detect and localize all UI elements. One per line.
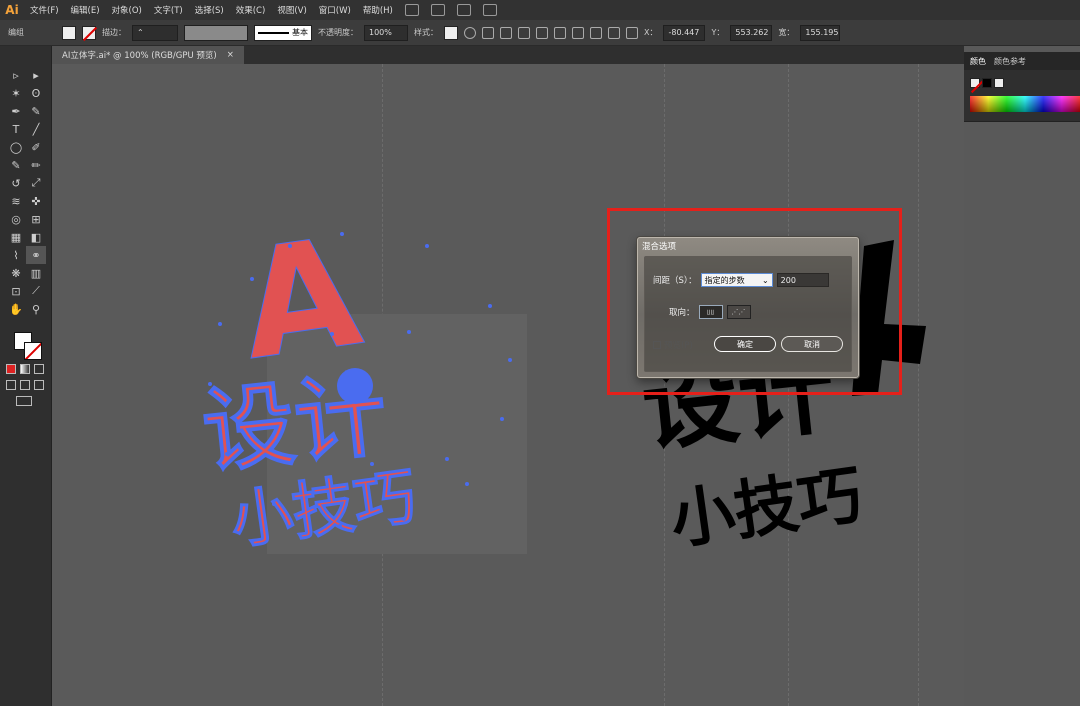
draw-normal-icon[interactable] <box>6 380 16 390</box>
transform-icon[interactable] <box>626 26 638 39</box>
eraser-tool-icon[interactable]: ✏ <box>26 156 46 174</box>
menu-type[interactable]: 文字(T) <box>148 4 189 16</box>
brush-definition[interactable]: 基本 <box>254 24 312 41</box>
menu-effect[interactable]: 效果(C) <box>230 4 272 16</box>
app-logo: Ai <box>5 3 19 17</box>
type-tool-icon[interactable]: T <box>6 120 26 138</box>
column-graph-tool-icon[interactable]: ▥ <box>26 264 46 282</box>
tab-color-guide[interactable]: 颜色参考 <box>994 56 1026 67</box>
scale-tool-icon[interactable]: ⤢ <box>26 174 46 192</box>
align-bottom-icon[interactable] <box>572 26 584 39</box>
menu-edit[interactable]: 编辑(E) <box>65 4 106 16</box>
menu-object[interactable]: 对象(O) <box>106 4 148 16</box>
stroke-icon[interactable] <box>24 342 42 360</box>
fill-stroke-control[interactable] <box>14 332 44 362</box>
gradient-mode-icon[interactable] <box>20 364 30 374</box>
lasso-tool-icon[interactable]: ʘ <box>26 84 46 102</box>
symbol-sprayer-tool-icon[interactable]: ❋ <box>6 264 26 282</box>
color-spectrum[interactable] <box>970 96 1080 112</box>
align-left-icon[interactable] <box>482 26 494 39</box>
shaper-tool-icon[interactable]: ✎ <box>6 156 26 174</box>
stroke-weight-field[interactable]: ⌃ <box>132 24 178 41</box>
blend-center-marker <box>337 368 373 404</box>
variable-width-field[interactable] <box>184 24 248 41</box>
ellipse-tool-icon[interactable]: ◯ <box>6 138 26 156</box>
draw-inside-icon[interactable] <box>34 380 44 390</box>
w-label: 宽： <box>778 28 795 37</box>
menu-view[interactable]: 视图(V) <box>271 4 312 16</box>
menu-file[interactable]: 文件(F) <box>24 4 65 16</box>
align-center-icon[interactable] <box>500 26 512 39</box>
menu-help[interactable]: 帮助(H) <box>357 4 399 16</box>
distribute-icon[interactable] <box>590 26 602 39</box>
control-bar: 编组 描边： ⌃ 基本 不透明度： 100% 样式： X： -80.447 Y：… <box>0 20 1080 46</box>
direct-selection-tool-icon[interactable]: ▸ <box>26 66 46 84</box>
w-field[interactable]: 155.195 <box>800 24 841 41</box>
shape-builder-tool-icon[interactable]: ◎ <box>6 210 26 228</box>
panel-none-swatch[interactable] <box>970 78 980 88</box>
close-icon[interactable]: × <box>227 50 234 60</box>
gradient-tool-icon[interactable]: ◧ <box>26 228 46 246</box>
color-mode-icon[interactable] <box>6 364 16 374</box>
opacity-field[interactable]: 100% <box>364 24 408 41</box>
style-swatch[interactable] <box>444 25 458 40</box>
none-mode-icon[interactable] <box>34 364 44 374</box>
curvature-tool-icon[interactable]: ✎ <box>26 102 46 120</box>
menu-bar: Ai 文件(F) 编辑(E) 对象(O) 文字(T) 选择(S) 效果(C) 视… <box>0 0 1080 20</box>
style-label: 样式： <box>414 28 438 37</box>
selection-type-label: 编组 <box>8 28 24 37</box>
slice-tool-icon[interactable]: ⟋ <box>26 282 46 300</box>
brush-line-icon <box>258 31 289 34</box>
mesh-tool-icon[interactable]: ▦ <box>6 228 26 246</box>
tab-color[interactable]: 颜色 <box>970 56 986 67</box>
eyedropper-tool-icon[interactable]: ⌇ <box>6 246 26 264</box>
arrange-icon[interactable] <box>456 4 471 16</box>
align-middle-icon[interactable] <box>554 26 566 39</box>
recolor-icon[interactable] <box>464 26 476 39</box>
warp-tool-icon[interactable]: ≋ <box>6 192 26 210</box>
screen-mode-icon[interactable] <box>16 396 32 406</box>
bridge-icon[interactable] <box>404 4 419 16</box>
panel-white-swatch[interactable] <box>994 78 1004 88</box>
stroke-label: 描边： <box>102 28 126 37</box>
stroke-swatch[interactable] <box>82 25 96 40</box>
draw-behind-icon[interactable] <box>20 380 30 390</box>
hand-tool-icon[interactable]: ✋ <box>6 300 26 318</box>
menu-select[interactable]: 选择(S) <box>189 4 230 16</box>
color-panel: 颜色 颜色参考 <box>964 52 1080 122</box>
rotate-tool-icon[interactable]: ↺ <box>6 174 26 192</box>
fill-swatch[interactable] <box>62 25 76 40</box>
brush-label: 基本 <box>292 28 308 37</box>
x-label: X： <box>644 28 658 37</box>
document-tab[interactable]: AI立体字.ai* @ 100% (RGB/GPU 预览) × <box>52 46 244 64</box>
artboard-tool-icon[interactable]: ⊡ <box>6 282 26 300</box>
document-tab-bar: AI立体字.ai* @ 100% (RGB/GPU 预览) × <box>52 46 964 64</box>
panel-black-swatch[interactable] <box>982 78 992 88</box>
magic-wand-tool-icon[interactable]: ✶ <box>6 84 26 102</box>
opacity-label: 不透明度： <box>318 28 358 37</box>
highlight-box <box>607 208 902 395</box>
y-label: Y： <box>711 28 725 37</box>
align-top-icon[interactable] <box>536 26 548 39</box>
gpu-icon[interactable] <box>482 4 497 16</box>
x-field[interactable]: -80.447 <box>663 24 706 41</box>
selection-tool-icon[interactable]: ▹ <box>6 66 26 84</box>
distribute-vertical-icon[interactable] <box>608 26 620 39</box>
stock-icon[interactable] <box>430 4 445 16</box>
black-line2: 小技巧 <box>666 459 866 559</box>
pen-tool-icon[interactable]: ✒ <box>6 102 26 120</box>
align-right-icon[interactable] <box>518 26 530 39</box>
line-tool-icon[interactable]: ╱ <box>26 120 46 138</box>
y-field[interactable]: 553.262 <box>730 24 773 41</box>
paintbrush-tool-icon[interactable]: ✐ <box>26 138 46 156</box>
puppet-warp-tool-icon[interactable]: ✜ <box>26 192 46 210</box>
toolbox: ▹ ▸ ✶ ʘ ✒ ✎ T ╱ ◯ ✐ ✎ ✏ ↺ ⤢ ≋ ✜ ◎ ⊞ ▦ ◧ … <box>0 46 52 706</box>
zoom-tool-icon[interactable]: ⚲ <box>26 300 46 318</box>
document-title: AI立体字.ai* @ 100% (RGB/GPU 预览) <box>62 51 217 61</box>
perspective-grid-tool-icon[interactable]: ⊞ <box>26 210 46 228</box>
blend-tool-icon[interactable]: ⚭ <box>26 246 46 264</box>
menu-window[interactable]: 窗口(W) <box>313 4 357 16</box>
right-canvas-area <box>964 122 1080 706</box>
